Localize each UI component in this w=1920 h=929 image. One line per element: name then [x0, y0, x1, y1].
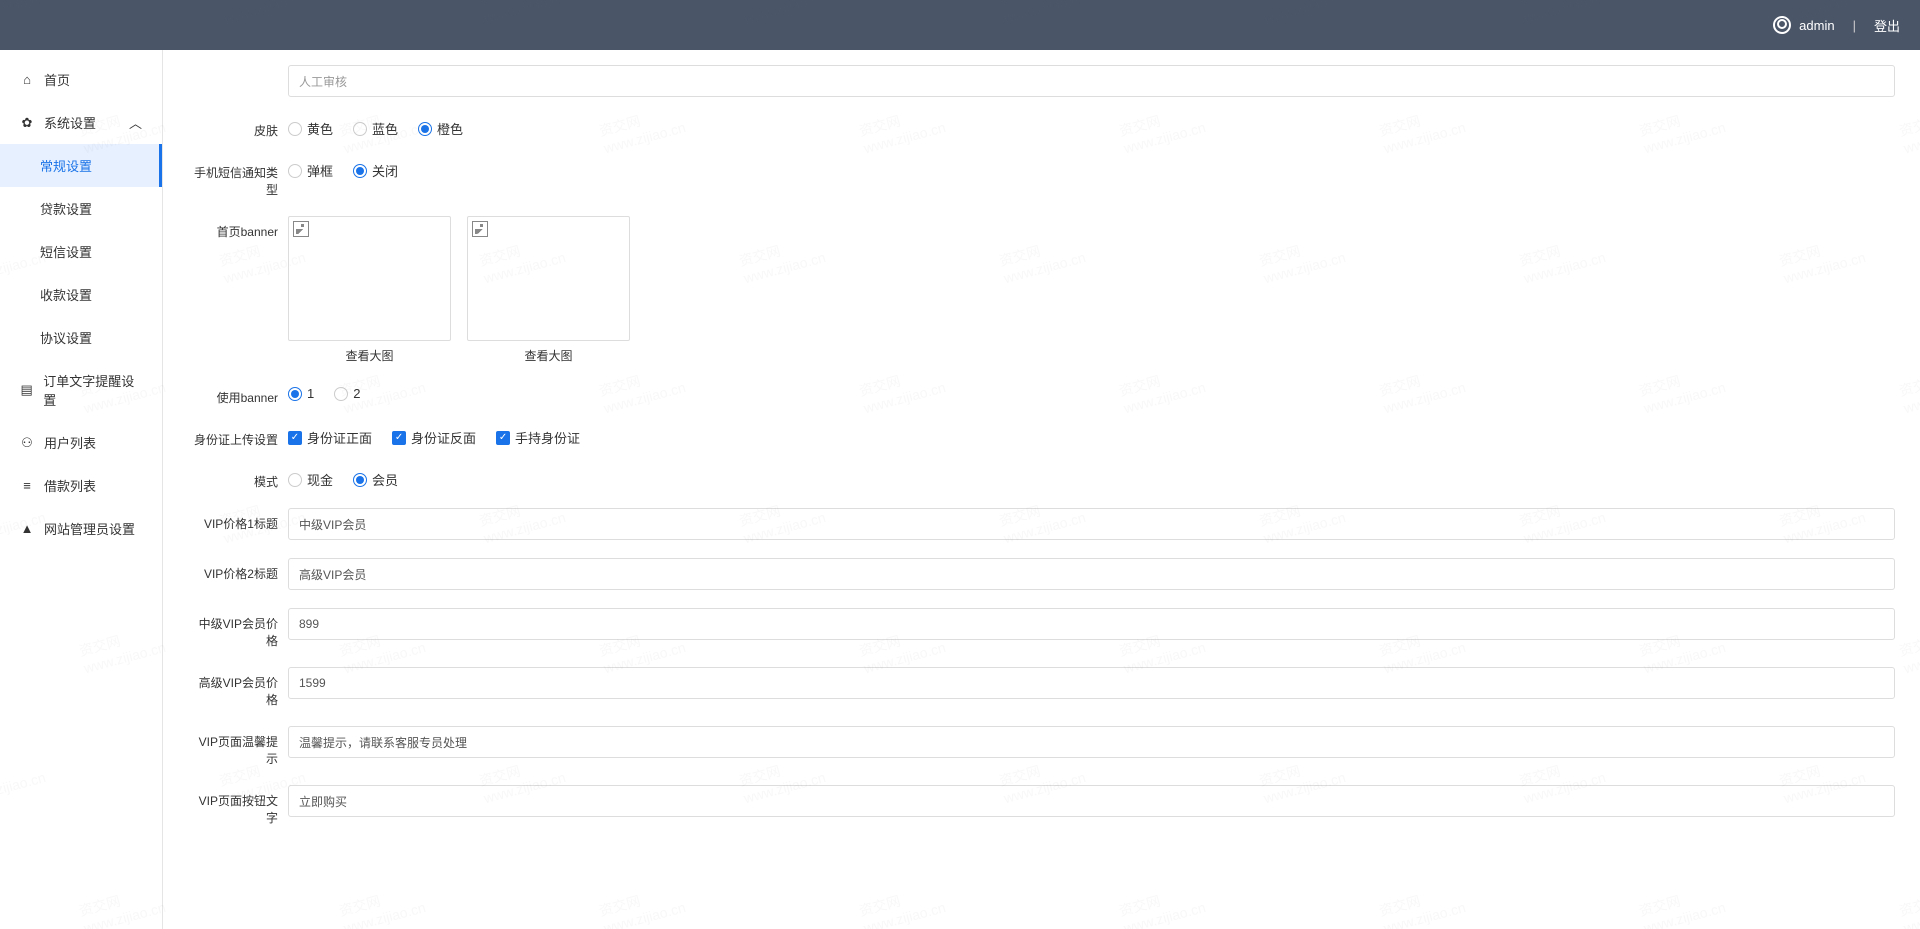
high-vip-price-label: 高级VIP会员价格	[188, 667, 278, 708]
header-user-block: admin | 登出	[1773, 16, 1900, 35]
nav-home-label: 首页	[44, 70, 70, 89]
nav-system-label: 系统设置	[44, 113, 96, 132]
banner-view-2[interactable]: 查看大图	[467, 347, 630, 364]
sms-close-radio[interactable]: 关闭	[353, 161, 398, 180]
top-header: admin | 登出	[0, 0, 1920, 50]
nav-order-reminder[interactable]: ▤ 订单文字提醒设置	[0, 359, 162, 421]
id-back-checkbox[interactable]: 身份证反面	[392, 428, 476, 447]
sms-radio-group: 弹框 关闭	[288, 157, 1895, 180]
vip1-title-label: VIP价格1标题	[188, 508, 278, 532]
home-icon: ⌂	[20, 72, 34, 87]
id-upload-label: 身份证上传设置	[188, 424, 278, 448]
skin-label: 皮肤	[188, 115, 278, 139]
skin-blue-radio[interactable]: 蓝色	[353, 119, 398, 138]
person-icon: ▲	[20, 521, 34, 536]
nav-order-label: 订单文字提醒设置	[43, 371, 142, 409]
mode-label: 模式	[188, 466, 278, 490]
lines-icon: ≡	[20, 478, 34, 493]
nav-loan-list[interactable]: ≡ 借款列表	[0, 464, 162, 507]
nav-sub-agreement[interactable]: 协议设置	[0, 316, 162, 359]
nav-admin-label: 网站管理员设置	[44, 519, 135, 538]
banner-upload-2[interactable]	[467, 216, 630, 341]
skin-radio-group: 黄色 蓝色 橙色	[288, 115, 1895, 138]
audit-select[interactable]: 人工审核	[288, 65, 1895, 97]
banner-group: 查看大图 查看大图	[288, 216, 1895, 364]
nav-loanlist-label: 借款列表	[44, 476, 96, 495]
vip1-title-input[interactable]	[288, 508, 1895, 540]
use-banner-radio-group: 1 2	[288, 382, 1895, 401]
nav-sub-general[interactable]: 常规设置	[0, 144, 162, 187]
nav-system-settings[interactable]: ✿ 系统设置 ︿	[0, 101, 162, 144]
use-banner-label: 使用banner	[188, 382, 278, 406]
nav-user-list[interactable]: ⚇ 用户列表	[0, 421, 162, 464]
vip-warm-tip-label: VIP页面温馨提示	[188, 726, 278, 767]
banner-label: 首页banner	[188, 216, 278, 240]
nav-home[interactable]: ⌂ 首页	[0, 58, 162, 101]
broken-image-icon	[293, 221, 309, 237]
nav-sub-sms[interactable]: 短信设置	[0, 230, 162, 273]
username: admin	[1799, 18, 1834, 33]
mid-vip-price-input[interactable]	[288, 608, 1895, 640]
nav-sub-payment[interactable]: 收款设置	[0, 273, 162, 316]
use-banner-1-radio[interactable]: 1	[288, 386, 314, 401]
mid-vip-price-label: 中级VIP会员价格	[188, 608, 278, 649]
banner-view-1[interactable]: 查看大图	[288, 347, 451, 364]
skin-yellow-radio[interactable]: 黄色	[288, 119, 333, 138]
list-icon: ▤	[20, 382, 33, 398]
users-icon: ⚇	[20, 435, 34, 451]
logout-link[interactable]: 登出	[1874, 16, 1900, 35]
user-avatar-icon	[1773, 16, 1791, 34]
chevron-up-icon: ︿	[129, 113, 142, 132]
header-separator: |	[1853, 18, 1856, 33]
sms-popup-radio[interactable]: 弹框	[288, 161, 333, 180]
use-banner-2-radio[interactable]: 2	[334, 386, 360, 401]
audit-label	[188, 65, 278, 72]
id-front-checkbox[interactable]: 身份证正面	[288, 428, 372, 447]
vip2-title-label: VIP价格2标题	[188, 558, 278, 582]
id-hand-checkbox[interactable]: 手持身份证	[496, 428, 580, 447]
mode-radio-group: 现金 会员	[288, 466, 1895, 489]
sidebar: ⌂ 首页 ✿ 系统设置 ︿ 常规设置 贷款设置 短信设置 收款设置 协议设置 ▤…	[0, 50, 163, 929]
gear-icon: ✿	[20, 115, 34, 131]
mode-member-radio[interactable]: 会员	[353, 470, 398, 489]
vip-button-label: VIP页面按钮文字	[188, 785, 278, 826]
skin-orange-radio[interactable]: 橙色	[418, 119, 463, 138]
high-vip-price-input[interactable]	[288, 667, 1895, 699]
nav-sub-loan[interactable]: 贷款设置	[0, 187, 162, 230]
main-content: 人工审核 皮肤 黄色 蓝色 橙色 手机短信通知类型 弹框 关闭	[163, 50, 1920, 929]
nav-userlist-label: 用户列表	[44, 433, 96, 452]
vip2-title-input[interactable]	[288, 558, 1895, 590]
mode-cash-radio[interactable]: 现金	[288, 470, 333, 489]
broken-image-icon	[472, 221, 488, 237]
nav-admin-settings[interactable]: ▲ 网站管理员设置	[0, 507, 162, 550]
sms-notify-label: 手机短信通知类型	[188, 157, 278, 198]
banner-upload-1[interactable]	[288, 216, 451, 341]
vip-warm-tip-input[interactable]	[288, 726, 1895, 758]
id-checkbox-group: 身份证正面 身份证反面 手持身份证	[288, 424, 1895, 447]
vip-button-input[interactable]	[288, 785, 1895, 817]
